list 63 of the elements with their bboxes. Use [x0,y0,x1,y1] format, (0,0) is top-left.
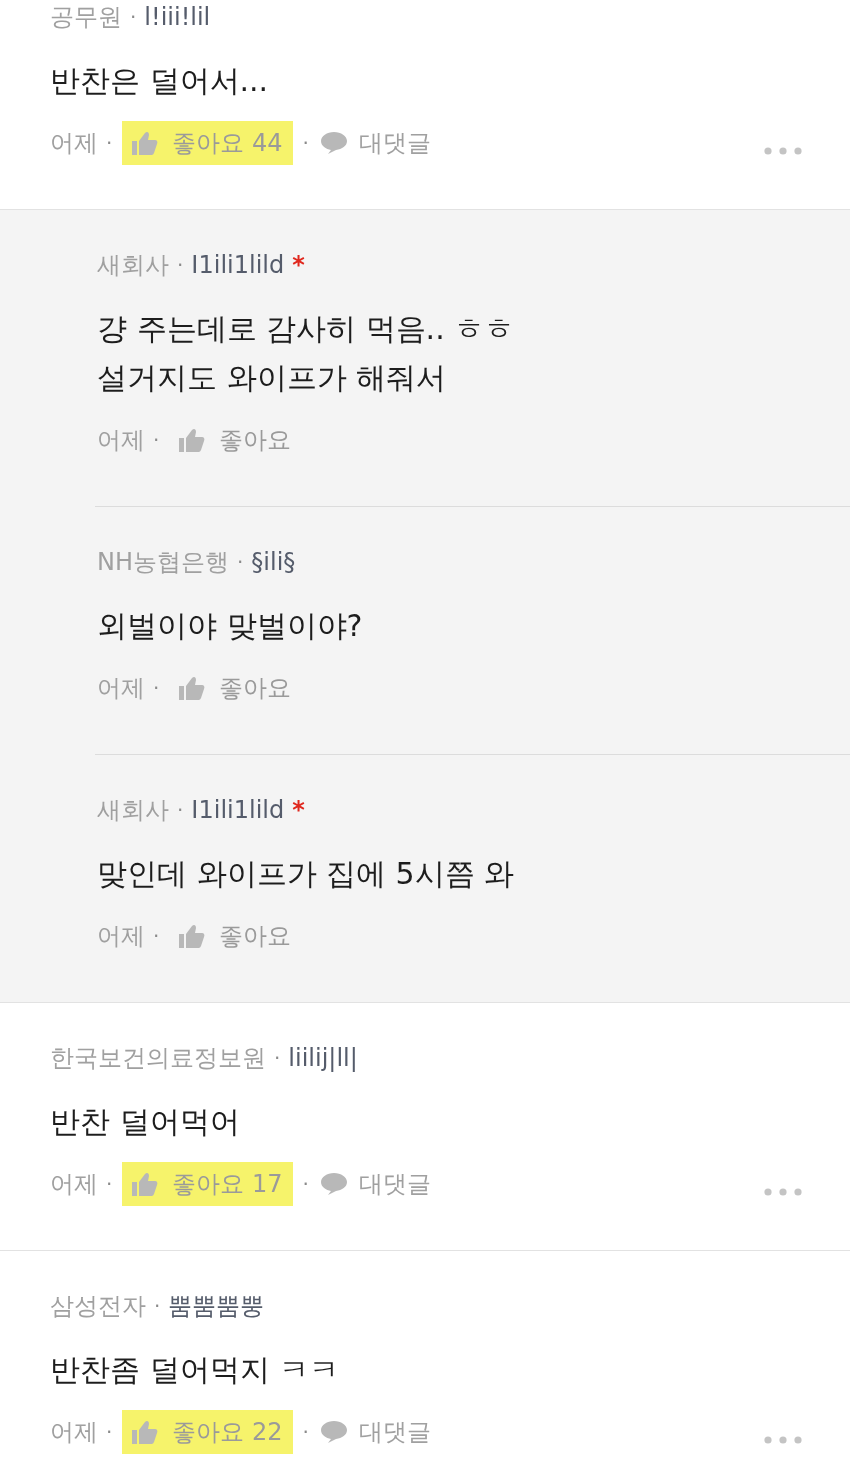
like-button[interactable]: 좋아요 44 [122,121,293,165]
timestamp: 어제 [50,128,98,159]
separator-dot: · [130,5,137,29]
nickname[interactable]: l!iii!lil [144,3,211,31]
reply-button[interactable]: 대댓글 [316,121,435,165]
thumbs-up-icon [179,428,206,452]
separator-dot: · [177,798,184,822]
thumbs-up-icon [132,1420,159,1444]
reply-button[interactable]: 대댓글 [316,1162,435,1206]
comment-text: 설거지도 와이프가 해줘서 [97,359,448,397]
more-icon [764,1436,802,1444]
separator-dot: · [106,1172,113,1196]
comment-text: 맞인데 와이프가 집에 5시쯤 와 [97,855,516,893]
separator-dot: · [177,253,184,277]
more-icon [764,1188,802,1196]
thumbs-up-icon [132,131,159,155]
separator-dot: · [153,924,160,948]
thumbs-up-icon [179,924,206,948]
reply-button[interactable]: 대댓글 [316,1410,435,1454]
nickname[interactable]: §ili§ [251,548,296,576]
company-name: NH농협은행 [97,547,229,578]
nickname[interactable]: liilij|ll| [288,1044,358,1072]
timestamp: 어제 [97,673,145,704]
comment-text: 반찬 덜어먹어 [50,1103,241,1141]
nickname[interactable]: I1ili1lild [191,251,285,279]
separator-dot: · [302,1172,309,1196]
like-button[interactable]: 좋아요 17 [122,1162,293,1206]
author-mark: * [292,251,305,279]
separator-dot: · [106,1420,113,1444]
speech-bubble-icon [320,1173,347,1195]
separator-dot: · [274,1046,281,1070]
like-button[interactable]: 좋아요 [169,914,302,958]
company-name: 새회사 [97,250,169,281]
separator-dot: · [153,676,160,700]
separator-dot: · [154,1294,161,1318]
timestamp: 어제 [97,921,145,952]
separator-dot: · [302,131,309,155]
nickname[interactable]: I1ili1lild [191,796,285,824]
timestamp: 어제 [50,1417,98,1448]
like-button[interactable]: 좋아요 [169,666,302,710]
comment-text: 걍 주는데로 감사히 먹음.. ㅎㅎ [97,310,516,348]
timestamp: 어제 [97,425,145,456]
company-name: 삼성전자 [50,1291,146,1322]
timestamp: 어제 [50,1169,98,1200]
separator-dot: · [106,131,113,155]
comment-text: 반찬은 덜어서... [50,62,270,100]
thumbs-up-icon [132,1172,159,1196]
company-name: 새회사 [97,795,169,826]
more-icon [764,147,802,155]
nickname[interactable]: 뿜뿜뿜뿡 [168,1290,265,1322]
separator-dot: · [237,550,244,574]
separator-dot: · [153,428,160,452]
comment-text: 외벌이야 맞벌이야? [97,607,364,645]
separator-dot: · [302,1420,309,1444]
comment-text: 반찬좀 덜어먹지 ㅋㅋ [50,1351,341,1389]
like-button[interactable]: 좋아요 [169,418,302,462]
company-name: 공무원 [50,2,122,33]
thumbs-up-icon [179,676,206,700]
company-name: 한국보건의료정보원 [50,1043,266,1074]
like-button[interactable]: 좋아요 22 [122,1410,293,1454]
speech-bubble-icon [320,132,347,154]
author-mark: * [292,796,305,824]
speech-bubble-icon [320,1421,347,1443]
